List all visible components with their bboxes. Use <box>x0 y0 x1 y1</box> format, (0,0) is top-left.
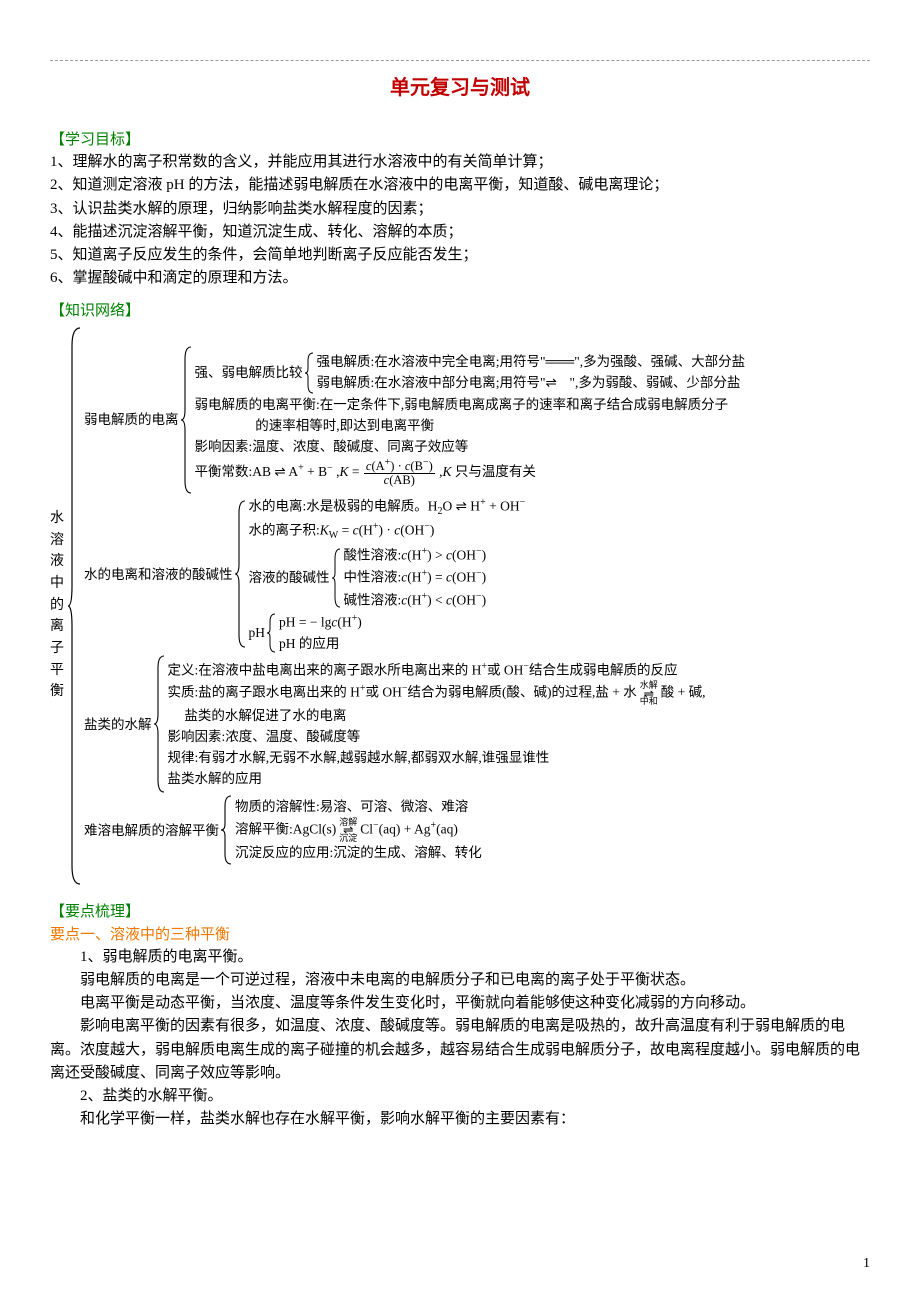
leaf-text: 沉淀反应的应用:沉淀的生成、溶解、转化 <box>235 843 482 864</box>
goal-item: 6、掌握酸碱中和滴定的原理和方法。 <box>50 267 870 290</box>
leaf-text: pH 的应用 <box>279 634 362 655</box>
leaf-text: 物质的溶解性:易溶、可溶、微溶、难溶 <box>235 797 482 818</box>
leaf-text: pH = − lgc(H+) <box>279 611 362 633</box>
leaf-text: 弱电解质:在水溶液中部分电离;用符号"⇌",多为弱酸、弱碱、少部分盐 <box>317 373 746 394</box>
leaf-text: 溶解平衡:AgCl(s)溶解⇌沉淀Cl−(aq) + Ag+(aq) <box>235 818 482 843</box>
goal-item: 5、知道离子反应发生的条件，会简单地判断离子反应能否发生； <box>50 244 870 267</box>
paragraph: 1、弱电解质的电离平衡。 <box>50 946 870 969</box>
leaf-text: 酸性溶液:c(H+) > c(OH−) <box>344 544 487 566</box>
leaf-text: 中性溶液:c(H+) = c(OH−) <box>344 566 487 588</box>
goal-item: 2、知道测定溶液 pH 的方法，能描述弱电解质在水溶液中的电离平衡，知道酸、碱电… <box>50 174 870 197</box>
paragraph: 影响电离平衡的因素有很多，如温度、浓度、酸碱度等。弱电解质的电离是吸热的，故升高… <box>50 1015 870 1085</box>
branch-label: 盐类的水解 <box>84 714 152 736</box>
leaf-text: 实质:盐的离子跟水电离出来的 H+或 OH−结合为弱电解质(酸、碱)的过程,盐 … <box>168 681 706 727</box>
goal-item: 4、能描述沉淀溶解平衡，知道沉淀生成、转化、溶解的本质； <box>50 221 870 244</box>
network-heading: 【知识网络】 <box>50 299 870 320</box>
leaf-text: 水的离子积:KW = c(H+) · c(OH−) <box>249 519 526 544</box>
leaf-text: 定义:在溶液中盐电离出来的离子跟水所电离出来的 H+或 OH−结合生成弱电解质的… <box>168 659 706 681</box>
branch-label: 强、弱电解质比较 <box>195 362 303 384</box>
paragraph: 和化学平衡一样，盐类水解也存在水解平衡，影响水解平衡的主要因素有： <box>50 1108 870 1131</box>
branch-label: 溶液的酸碱性 <box>249 567 330 589</box>
branch-label: 难溶电解质的溶解平衡 <box>84 820 219 842</box>
root-label: 水溶液中的离子平衡 <box>50 326 66 886</box>
keypoint-heading: 要点一、溶液中的三种平衡 <box>50 923 870 944</box>
page-title: 单元复习与测试 <box>50 71 870 100</box>
page-number: 1 <box>863 1256 870 1272</box>
knowledge-network-diagram: 水溶液中的离子平衡 弱电解质的电离 强、弱电解质比较 强电解质:在水溶液中完全电… <box>50 326 870 886</box>
leaf-text: 影响因素:浓度、温度、酸碱度等 <box>168 727 706 748</box>
branch-label: 水的电离和溶液的酸碱性 <box>84 564 233 586</box>
leaf-text: 盐类水解的应用 <box>168 769 706 790</box>
leaf-text: 影响因素:温度、浓度、酸碱度、同离子效应等 <box>195 437 746 458</box>
branch-label: 弱电解质的电离 <box>84 409 179 431</box>
leaf-text: 强电解质:在水溶液中完全电离;用符号"═══",多为强酸、强碱、大部分盐 <box>317 352 746 373</box>
leaf-text: 弱电解质的电离平衡:在一定条件下,弱电解质电离成离子的速率和离子结合成弱电解质分… <box>195 395 746 437</box>
summary-heading: 【要点梳理】 <box>50 900 870 921</box>
leaf-text: 规律:有弱才水解,无弱不水解,越弱越水解,都弱双水解,谁强显谁性 <box>168 748 706 769</box>
paragraph: 电离平衡是动态平衡，当浓度、温度等条件发生变化时，平衡就向着能够使这种变化减弱的… <box>50 992 870 1015</box>
leaf-text: 碱性溶液:c(H+) < c(OH−) <box>344 589 487 611</box>
goal-item: 3、认识盐类水解的原理，归纳影响盐类水解程度的因素； <box>50 198 870 221</box>
leaf-text: 水的电离:水是极弱的电解质。H2O ⇌ H+ + OH− <box>249 495 526 520</box>
goals-heading: 【学习目标】 <box>50 128 870 149</box>
branch-label: pH <box>249 622 266 644</box>
paragraph: 弱电解质的电离是一个可逆过程，溶液中未电离的电解质分子和已电离的离子处于平衡状态… <box>50 969 870 992</box>
goal-item: 1、理解水的离子积常数的含义，并能应用其进行水溶液中的有关简单计算； <box>50 151 870 174</box>
paragraph: 2、盐类的水解平衡。 <box>50 1085 870 1108</box>
leaf-text: 平衡常数:AB ⇌ A+ + B− ,K = c(A+) · c(B−)c(AB… <box>195 458 746 487</box>
